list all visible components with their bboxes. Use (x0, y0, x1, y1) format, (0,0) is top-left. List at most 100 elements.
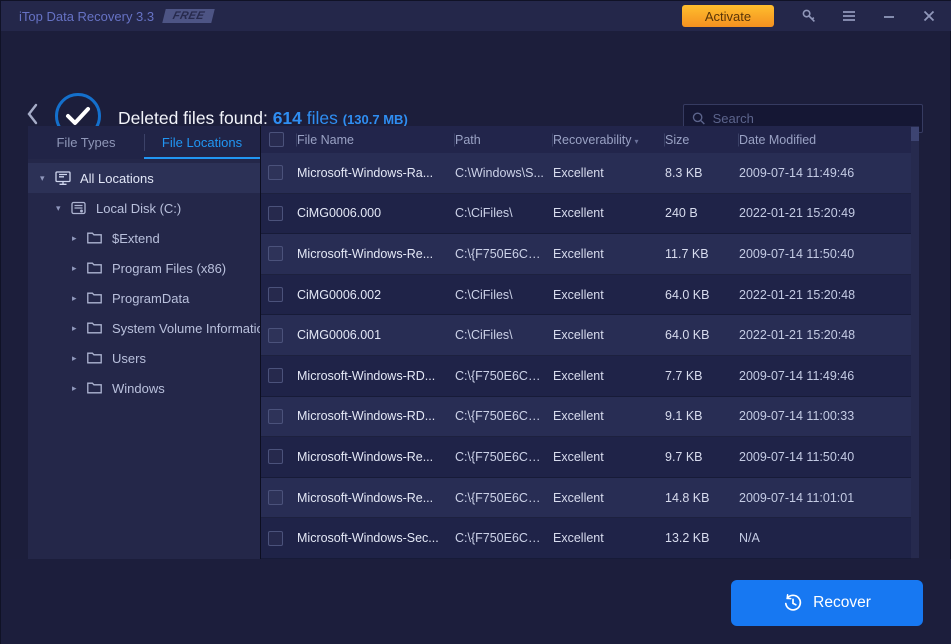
cell-file-name: CiMG0006.000 (297, 206, 455, 220)
row-checkbox[interactable] (268, 287, 283, 302)
folder-icon (86, 320, 103, 335)
computer-icon (54, 170, 72, 186)
cell-size: 13.2 KB (665, 531, 739, 545)
cell-size: 11.7 KB (665, 247, 739, 261)
column-recoverability[interactable]: Recoverability▾ (553, 133, 665, 147)
expander-icon[interactable]: ▸ (72, 383, 86, 394)
cell-date-modified: 2009-07-14 11:50:40 (739, 450, 911, 464)
menu-icon[interactable] (836, 5, 862, 27)
table-row[interactable]: Microsoft-Windows-RD... C:\{F750E6C3-...… (261, 356, 911, 397)
cell-recoverability: Excellent (553, 206, 665, 220)
row-checkbox[interactable] (268, 490, 283, 505)
tree-item[interactable]: ▸ Program Files (x86) (28, 253, 260, 283)
minimize-icon[interactable] (876, 5, 902, 27)
cell-file-name: Microsoft-Windows-Re... (297, 450, 455, 464)
cell-size: 240 B (665, 206, 739, 220)
recover-button[interactable]: Recover (731, 580, 923, 626)
select-all-checkbox[interactable] (269, 132, 284, 147)
tree-item-label: $Extend (112, 231, 160, 246)
cell-size: 7.7 KB (665, 369, 739, 383)
table-row[interactable]: Microsoft-Windows-Re... C:\{F750E6C3-...… (261, 437, 911, 478)
folder-icon (86, 380, 103, 395)
table-row[interactable]: CiMG0006.002 C:\CiFiles\ Excellent 64.0 … (261, 275, 911, 316)
app-title: iTop Data Recovery 3.3 (19, 9, 154, 24)
cell-date-modified: 2022-01-21 15:20:48 (739, 328, 911, 342)
tree-item-label: Program Files (x86) (112, 261, 226, 276)
cell-recoverability: Excellent (553, 491, 665, 505)
tab-file-locations[interactable]: File Locations (144, 126, 260, 159)
expander-icon[interactable]: ▸ (72, 263, 86, 274)
folder-icon (86, 230, 103, 245)
tree-item-label: All Locations (80, 171, 154, 186)
row-checkbox[interactable] (268, 449, 283, 464)
cell-file-name: Microsoft-Windows-RD... (297, 409, 455, 423)
footer-bar: Recover (1, 559, 951, 644)
activate-button[interactable]: Activate (682, 5, 774, 27)
row-checkbox[interactable] (268, 368, 283, 383)
expander-icon[interactable]: ▸ (72, 353, 86, 364)
cell-recoverability: Excellent (553, 409, 665, 423)
cell-path: C:\CiFiles\ (455, 206, 553, 220)
tree-item[interactable]: ▾ All Locations (28, 163, 260, 193)
cell-path: C:\CiFiles\ (455, 328, 553, 342)
folder-icon (86, 350, 103, 365)
cell-path: C:\Windows\S... (455, 166, 553, 180)
table-row[interactable]: Microsoft-Windows-Ra... C:\Windows\S... … (261, 153, 911, 194)
tree-item[interactable]: ▸ ProgramData (28, 283, 260, 313)
sidebar-tabs: File Types File Locations (28, 126, 260, 159)
column-size[interactable]: Size (665, 133, 739, 147)
row-checkbox[interactable] (268, 206, 283, 221)
table-row[interactable]: Microsoft-Windows-RD... C:\{F750E6C3-...… (261, 397, 911, 438)
cell-recoverability: Excellent (553, 531, 665, 545)
cell-recoverability: Excellent (553, 247, 665, 261)
expander-icon[interactable]: ▸ (72, 323, 86, 334)
cell-path: C:\{F750E6C3-... (455, 369, 553, 383)
column-file-name[interactable]: File Name (297, 133, 455, 147)
cell-path: C:\{F750E6C3-... (455, 491, 553, 505)
close-icon[interactable] (916, 5, 942, 27)
tree-item[interactable]: ▸ System Volume Information (28, 313, 260, 343)
cell-file-name: CiMG0006.001 (297, 328, 455, 342)
tree-item[interactable]: ▾ Local Disk (C:) (28, 193, 260, 223)
recover-button-label: Recover (813, 594, 871, 612)
sidebar: File Types File Locations ▾ All Location… (28, 126, 260, 559)
row-checkbox[interactable] (268, 165, 283, 180)
scrollbar-thumb[interactable] (911, 127, 919, 141)
cell-size: 64.0 KB (665, 288, 739, 302)
search-input[interactable] (713, 111, 914, 126)
tree-item-label: System Volume Information (112, 321, 271, 336)
expander-icon[interactable]: ▸ (72, 293, 86, 304)
expander-icon[interactable]: ▾ (40, 173, 54, 184)
table-row[interactable]: Microsoft-Windows-Re... C:\{F750E6C3-...… (261, 234, 911, 275)
tab-file-types[interactable]: File Types (28, 126, 144, 159)
results-header: Deleted files found: 614 files (130.7 MB… (1, 31, 951, 126)
table-row[interactable]: Microsoft-Windows-Sec... C:\{F750E6C3-..… (261, 518, 911, 559)
cell-recoverability: Excellent (553, 450, 665, 464)
license-key-icon[interactable] (796, 5, 822, 27)
cell-file-name: Microsoft-Windows-Ra... (297, 166, 455, 180)
tree-item-label: Users (112, 351, 146, 366)
column-path[interactable]: Path (455, 133, 553, 147)
column-date-modified[interactable]: Date Modified (739, 133, 911, 147)
row-checkbox[interactable] (268, 409, 283, 424)
table-body: Microsoft-Windows-Ra... C:\Windows\S... … (261, 153, 911, 559)
table-scrollbar[interactable] (911, 126, 919, 558)
cell-date-modified: 2022-01-21 15:20:49 (739, 206, 911, 220)
cell-size: 9.7 KB (665, 450, 739, 464)
tree-item[interactable]: ▸ $Extend (28, 223, 260, 253)
tree-item[interactable]: ▸ Users (28, 343, 260, 373)
table-row[interactable]: Microsoft-Windows-Re... C:\{F750E6C3-...… (261, 478, 911, 519)
row-checkbox[interactable] (268, 246, 283, 261)
cell-file-name: Microsoft-Windows-Re... (297, 491, 455, 505)
expander-icon[interactable]: ▸ (72, 233, 86, 244)
table-row[interactable]: CiMG0006.000 C:\CiFiles\ Excellent 240 B… (261, 194, 911, 235)
row-checkbox[interactable] (268, 531, 283, 546)
expander-icon[interactable]: ▾ (56, 203, 70, 214)
row-checkbox[interactable] (268, 328, 283, 343)
disk-icon (70, 200, 87, 216)
cell-path: C:\{F750E6C3-... (455, 247, 553, 261)
cell-date-modified: 2009-07-14 11:01:01 (739, 491, 911, 505)
cell-file-name: Microsoft-Windows-Re... (297, 247, 455, 261)
table-row[interactable]: CiMG0006.001 C:\CiFiles\ Excellent 64.0 … (261, 315, 911, 356)
tree-item[interactable]: ▸ Windows (28, 373, 260, 403)
